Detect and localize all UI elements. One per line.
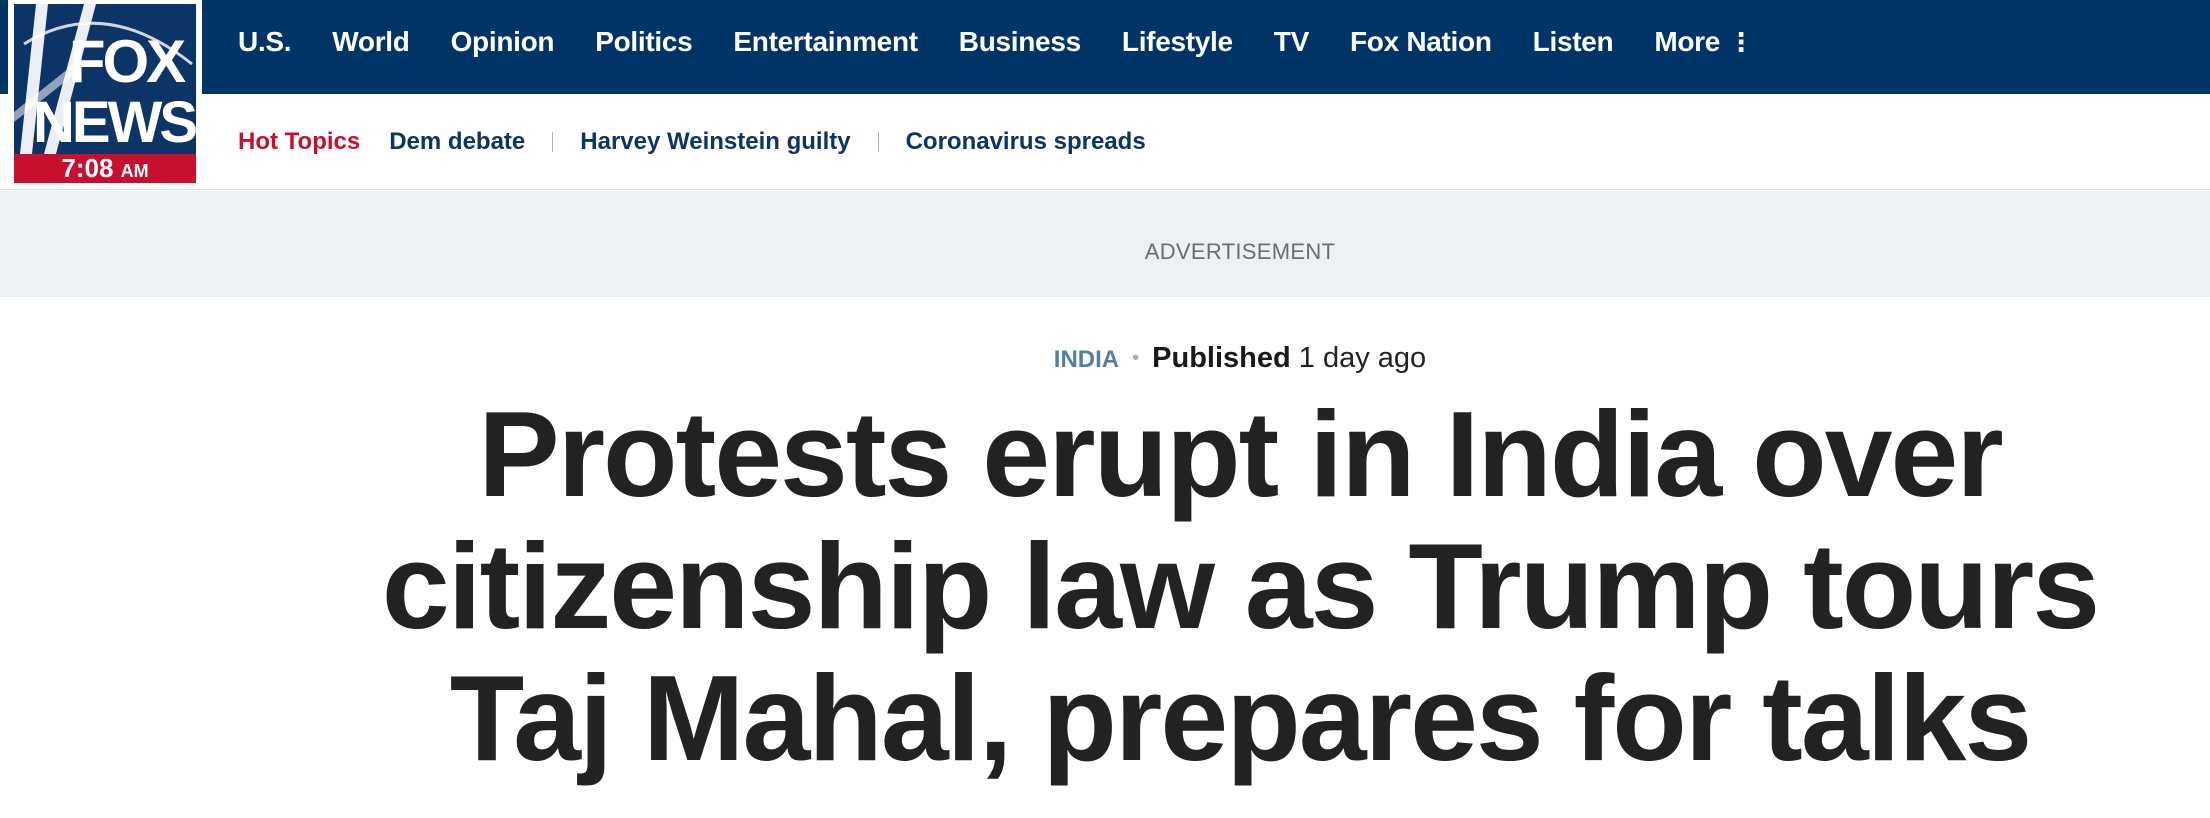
hot-topics-bar: Hot Topics Dem debate Harvey Weinstein g… xyxy=(0,94,2210,190)
nav-item-us[interactable]: U.S. xyxy=(238,26,292,58)
advertisement-banner[interactable]: ADVERTISEMENT xyxy=(0,191,2210,297)
nav-item-fox-nation[interactable]: Fox Nation xyxy=(1350,26,1492,58)
nav-item-tv[interactable]: TV xyxy=(1274,26,1309,58)
more-vertical-dots-icon: ⋮ xyxy=(1728,27,1754,57)
logo-mark: FOX NEWS xyxy=(14,4,196,154)
clock-ampm: AM xyxy=(120,161,149,181)
nav-item-entertainment[interactable]: Entertainment xyxy=(733,26,918,58)
nav-item-listen[interactable]: Listen xyxy=(1533,26,1614,58)
nav-item-business[interactable]: Business xyxy=(959,26,1081,58)
article-category-link[interactable]: INDIA xyxy=(1054,346,1119,373)
logo-word-news: NEWS xyxy=(33,90,196,154)
hot-topics-row: Hot Topics Dem debate Harvey Weinstein g… xyxy=(238,94,1146,190)
hot-topics-label: Hot Topics xyxy=(238,128,361,155)
logo-word-fox: FOX xyxy=(69,28,186,95)
clock-time: 7:08 xyxy=(61,153,114,183)
top-nav-bar: U.S. World Opinion Politics Entertainmen… xyxy=(0,0,2210,94)
nav-item-opinion[interactable]: Opinion xyxy=(451,26,555,58)
hot-topic-harvey-weinstein[interactable]: Harvey Weinstein guilty xyxy=(580,128,850,156)
nav-item-more[interactable]: More ⋮ xyxy=(1654,26,1754,58)
published-label: Published xyxy=(1152,342,1291,374)
topic-divider xyxy=(877,132,879,152)
logo-clock: 7:08 AM xyxy=(14,154,196,183)
article-headline: Protests erupt in India over citizenship… xyxy=(381,386,2100,786)
nav-item-lifestyle[interactable]: Lifestyle xyxy=(1122,26,1233,58)
fox-news-logo[interactable]: FOX NEWS 7:08 AM xyxy=(8,0,202,186)
logo-graphic: FOX NEWS xyxy=(14,4,196,154)
main-nav: U.S. World Opinion Politics Entertainmen… xyxy=(238,0,1795,84)
nav-more-label: More xyxy=(1654,26,1721,57)
published-time: 1 day ago xyxy=(1298,342,1427,374)
topic-divider xyxy=(552,132,554,152)
hot-topic-coronavirus[interactable]: Coronavirus spreads xyxy=(906,128,1146,156)
advertisement-label: ADVERTISEMENT xyxy=(1144,239,1336,264)
article-meta: INDIA • Published 1 day ago xyxy=(0,342,2210,375)
hot-topic-dem-debate[interactable]: Dem debate xyxy=(389,128,525,156)
nav-item-world[interactable]: World xyxy=(332,26,410,58)
meta-dot-separator: • xyxy=(1132,347,1140,369)
nav-item-politics[interactable]: Politics xyxy=(595,26,692,58)
